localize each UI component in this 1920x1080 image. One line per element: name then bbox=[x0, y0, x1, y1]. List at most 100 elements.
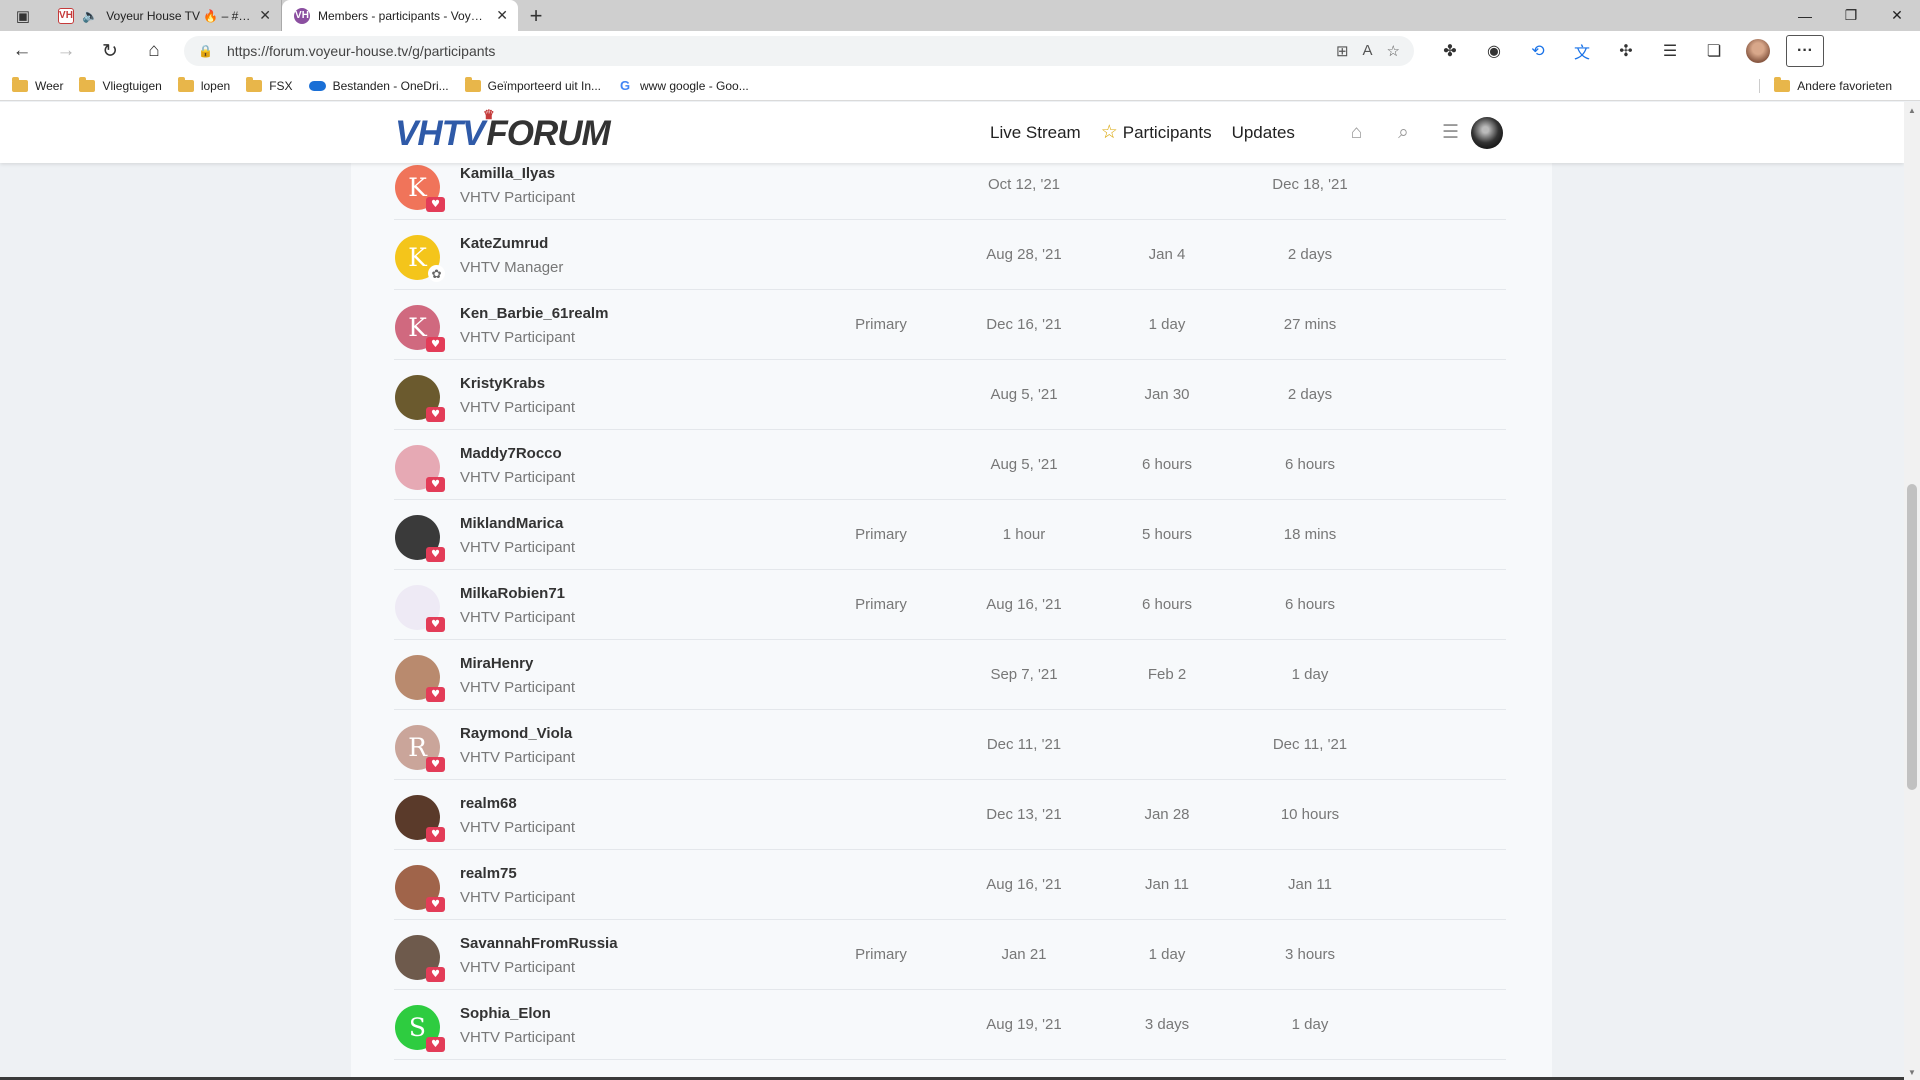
member-username[interactable]: realm68 bbox=[460, 795, 517, 812]
member-last-seen: 27 mins bbox=[1283, 316, 1337, 333]
browser-tab-2[interactable]: VH Members - participants - Voyeur House… bbox=[282, 0, 518, 31]
member-avatar[interactable]: ♥ bbox=[395, 515, 445, 562]
member-avatar[interactable]: ♥ bbox=[395, 585, 445, 632]
back-button[interactable]: ← bbox=[0, 31, 44, 71]
heart-badge-icon: ♥ bbox=[426, 897, 445, 912]
member-avatar[interactable]: K ♥ bbox=[395, 305, 445, 352]
url-input[interactable]: 🔒 https://forum.voyeur-house.tv/g/partic… bbox=[184, 36, 1414, 66]
heart-badge-icon: ♥ bbox=[426, 197, 445, 212]
member-username[interactable]: Raymond_Viola bbox=[460, 725, 572, 742]
member-username[interactable]: KateZumrud bbox=[460, 235, 548, 252]
site-logo[interactable]: VHTV ♛ FORUM bbox=[395, 107, 611, 155]
member-row: K ✿ KateZumrud VHTV Manager Aug 28, '21 Jan 4… bbox=[394, 220, 1506, 290]
member-username[interactable]: MilkaRobien71 bbox=[460, 585, 565, 602]
member-avatar[interactable]: K ♥ bbox=[395, 165, 445, 212]
member-avatar[interactable]: R ♥ bbox=[395, 725, 445, 772]
member-last-seen: 2 days bbox=[1287, 246, 1333, 263]
member-last-posted: 1 day bbox=[1148, 946, 1186, 963]
close-tab-icon[interactable]: ✕ bbox=[496, 7, 508, 24]
member-row: S ♥ Sophia_Elon VHTV Participant Aug 19, '21… bbox=[394, 990, 1506, 1060]
search-icon[interactable]: ⌕ bbox=[1380, 122, 1427, 144]
bookmark-weer[interactable]: Weer bbox=[12, 76, 63, 93]
member-avatar[interactable]: ♥ bbox=[395, 795, 445, 842]
restore-icon[interactable]: ❐ bbox=[1828, 0, 1874, 31]
bookmark-google[interactable]: Gwww google - Goo... bbox=[617, 78, 749, 94]
new-tab-button[interactable]: + bbox=[518, 0, 554, 31]
hamburger-menu-icon[interactable]: ☰ bbox=[1427, 121, 1474, 144]
minimize-icon[interactable]: — bbox=[1782, 0, 1828, 31]
tab-actions-icon[interactable]: ▣ bbox=[0, 0, 46, 31]
member-avatar[interactable]: ♥ bbox=[395, 445, 445, 492]
member-joined: Sep 7, '21 bbox=[990, 666, 1058, 683]
vhtv-favicon-icon: VH bbox=[58, 7, 74, 24]
member-avatar[interactable]: ♥ bbox=[395, 935, 445, 982]
profile-avatar[interactable] bbox=[1746, 39, 1770, 63]
bookmark-lopen[interactable]: lopen bbox=[177, 76, 230, 93]
browser-tab-1[interactable]: VH 🔈 Voyeur House TV 🔥 – #1 FREE ✕ bbox=[46, 0, 282, 31]
member-joined: Aug 16, '21 bbox=[986, 876, 1062, 893]
nav-live-stream[interactable]: Live Stream bbox=[990, 123, 1081, 143]
member-username[interactable]: KristyKrabs bbox=[460, 375, 545, 392]
member-username[interactable]: Ken_Barbie_61realm bbox=[460, 305, 608, 322]
bookmark-fsx[interactable]: FSX bbox=[246, 76, 293, 93]
member-avatar[interactable]: S ♥ bbox=[395, 1005, 445, 1052]
google-icon: G bbox=[619, 78, 631, 93]
page-scrollbar[interactable]: ▲ ▼ bbox=[1904, 102, 1920, 1080]
home-icon[interactable]: ⌂ bbox=[1333, 122, 1380, 144]
member-avatar[interactable]: K ✿ bbox=[395, 235, 445, 282]
bookmark-onedrive[interactable]: Bestanden - OneDri... bbox=[308, 79, 449, 93]
member-avatar[interactable]: ♥ bbox=[395, 375, 445, 422]
user-avatar[interactable] bbox=[1471, 117, 1503, 149]
nav-updates[interactable]: Updates bbox=[1232, 123, 1295, 143]
close-tab-icon[interactable]: ✕ bbox=[259, 7, 271, 24]
bookmark-other-favorites[interactable]: Andere favorieten bbox=[1759, 76, 1892, 93]
members-container: ♥ VHTV Participant K♥ Kamilla_Ilyas VHTV Par… bbox=[351, 102, 1552, 1080]
reload-button[interactable]: ↻ bbox=[88, 31, 132, 71]
scrollbar-thumb[interactable] bbox=[1907, 484, 1917, 790]
extension-icon[interactable]: ✤ bbox=[1428, 31, 1472, 71]
nav-participants[interactable]: ☆ Participants bbox=[1101, 121, 1212, 144]
tab-title: Voyeur House TV 🔥 – #1 FREE bbox=[106, 8, 251, 23]
member-username[interactable]: Sophia_Elon bbox=[460, 1005, 551, 1022]
member-joined: Aug 19, '21 bbox=[986, 1016, 1062, 1033]
forward-button[interactable]: → bbox=[44, 31, 88, 71]
heart-badge-icon: ♥ bbox=[426, 477, 445, 492]
scroll-down-icon[interactable]: ▼ bbox=[1904, 1064, 1920, 1080]
collections-icon[interactable]: ❏ bbox=[1692, 31, 1736, 71]
extensions-puzzle-icon[interactable]: ✣ bbox=[1604, 31, 1648, 71]
app-install-icon[interactable]: ⊞ bbox=[1336, 42, 1349, 60]
member-last-posted: 1 day bbox=[1148, 316, 1186, 333]
scroll-up-icon[interactable]: ▲ bbox=[1904, 102, 1920, 118]
extension-3-icon[interactable]: ⟲ bbox=[1516, 31, 1560, 71]
member-username[interactable]: MiraHenry bbox=[460, 655, 533, 672]
browser-tab-bar: ▣ VH 🔈 Voyeur House TV 🔥 – #1 FREE ✕ VH … bbox=[0, 0, 1920, 31]
member-last-posted: 6 hours bbox=[1141, 456, 1193, 473]
read-aloud-icon[interactable]: A bbox=[1363, 42, 1373, 60]
home-button[interactable]: ⌂ bbox=[132, 31, 176, 71]
extension-2-icon[interactable]: ◉ bbox=[1472, 31, 1516, 71]
member-avatar[interactable]: ♥ bbox=[395, 655, 445, 702]
member-username[interactable]: Maddy7Rocco bbox=[460, 445, 562, 462]
member-last-posted: Jan 30 bbox=[1144, 386, 1190, 403]
lock-icon[interactable]: 🔒 bbox=[198, 44, 213, 58]
favorites-icon[interactable]: ☰ bbox=[1648, 31, 1692, 71]
member-username[interactable]: Kamilla_Ilyas bbox=[460, 165, 555, 182]
member-username[interactable]: SavannahFromRussia bbox=[460, 935, 618, 952]
member-username[interactable]: realm75 bbox=[460, 865, 517, 882]
member-username[interactable]: MiklandMarica bbox=[460, 515, 563, 532]
member-last-seen: 1 day bbox=[1291, 1016, 1329, 1033]
translate-icon[interactable]: 文 bbox=[1560, 31, 1604, 71]
add-favorite-icon[interactable]: ☆ bbox=[1387, 42, 1400, 60]
bookmark-imported[interactable]: Geïmporteerd uit In... bbox=[464, 76, 601, 93]
member-joined: Oct 12, '21 bbox=[987, 176, 1061, 193]
more-menu-icon[interactable]: ··· bbox=[1786, 35, 1824, 67]
bookmark-vliegtuigen[interactable]: Vliegtuigen bbox=[79, 76, 162, 93]
close-window-icon[interactable]: ✕ bbox=[1874, 0, 1920, 31]
speaker-icon[interactable]: 🔈 bbox=[82, 8, 98, 24]
member-last-posted: Jan 11 bbox=[1145, 876, 1189, 893]
heart-badge-icon: ♥ bbox=[426, 617, 445, 632]
member-row: K ♥ Ken_Barbie_61realm VHTV Participant Prim… bbox=[394, 290, 1506, 360]
nav-participants-label: Participants bbox=[1122, 122, 1212, 142]
member-title: VHTV Participant bbox=[460, 469, 576, 486]
member-avatar[interactable]: ♥ bbox=[395, 865, 445, 912]
